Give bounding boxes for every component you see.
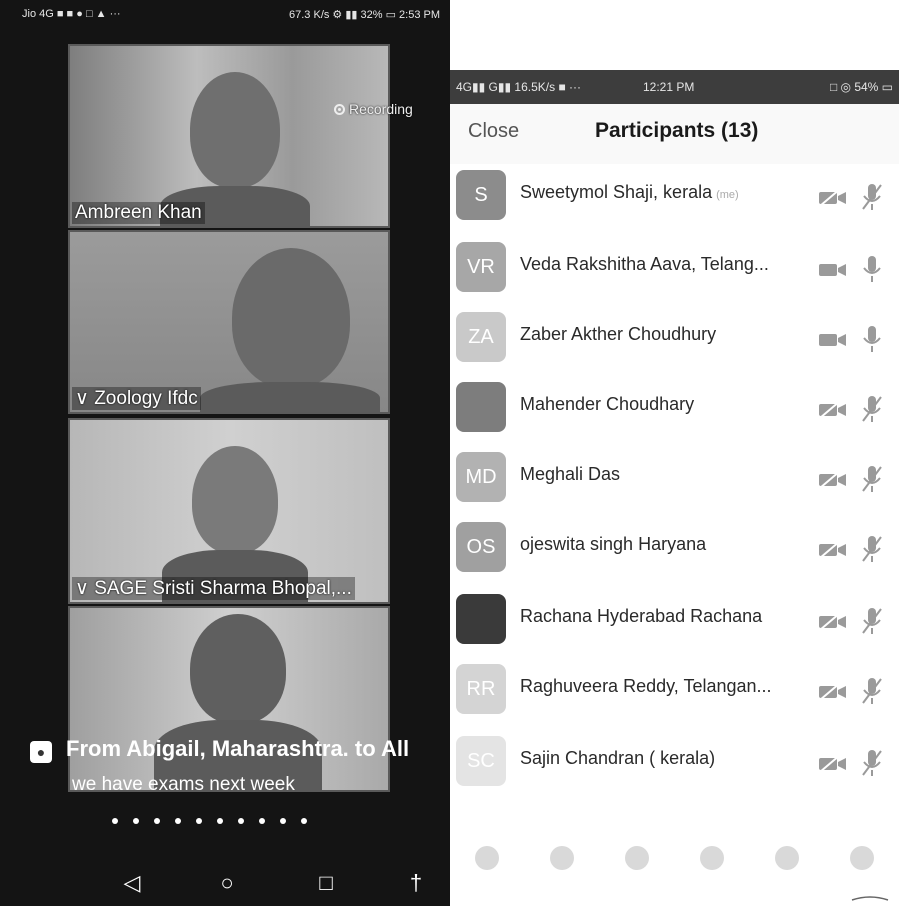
go-faster-icon[interactable]	[774, 846, 799, 870]
me-tag: (me)	[716, 189, 739, 201]
participant-name: Meghali Das	[520, 464, 621, 484]
avatar: ZA	[456, 312, 506, 362]
mic-muted-icon[interactable]	[860, 534, 884, 564]
mic-muted-icon[interactable]	[860, 748, 884, 778]
participant-name: Mahender Choudhary	[520, 394, 695, 414]
video-tile-3[interactable]: ∨ SAGE Sristi Sharma Bhopal,...	[68, 418, 390, 604]
x-icon[interactable]	[625, 846, 650, 870]
video-tile-2[interactable]: ∨ Zoology Ifdc	[68, 230, 390, 414]
hand-raise-icon[interactable]	[475, 846, 500, 870]
avatar: SC	[456, 736, 506, 786]
participant-name: Zaber Akther Choudhury	[520, 324, 717, 344]
status-right: □ ◎ 54% ▭	[829, 80, 894, 94]
avatar: OS	[456, 522, 506, 572]
camera-off-icon	[819, 470, 846, 489]
camera-off-icon	[819, 754, 846, 773]
video-tile-1[interactable]: Ambreen Khan	[68, 44, 390, 228]
participant-row[interactable]: Rachana Hyderabad Rachana	[450, 588, 899, 658]
participants-screen-right: 4G▮▮ G▮▮ 16.5K/s ■ ··· 12:21 PM □ ◎ 54% …	[450, 0, 899, 906]
participant-name: Ambreen Khan	[72, 202, 205, 224]
record-icon	[334, 103, 345, 115]
participant-name: Veda Rakshitha Aava, Telang...	[520, 254, 769, 274]
camera-off-icon	[819, 188, 846, 207]
participant-name: Sweetymol Shaji, kerala (me)	[520, 182, 739, 202]
chat-avatar-icon: ●	[30, 741, 52, 763]
status-right: 67.3 K/s ⚙ ▮▮ 32% ▭ 2:53 PM	[289, 8, 440, 21]
camera-off-icon	[819, 682, 846, 701]
avatar: VR	[456, 242, 506, 292]
home-icon[interactable]: ○	[212, 868, 242, 898]
avatar: S	[456, 170, 506, 220]
status-left: Jio 4G ■ ■ ● □ ▲ ···	[22, 8, 121, 20]
check-icon[interactable]	[550, 846, 575, 870]
mic-muted-icon[interactable]	[860, 464, 884, 494]
participant-name: ∨ Zoology Ifdc	[72, 387, 201, 410]
participant-row[interactable]: MD Meghali Das	[450, 446, 899, 516]
close-button[interactable]: Close	[468, 120, 519, 143]
avatar: RR	[456, 664, 506, 714]
camera-icon	[819, 264, 846, 276]
camera-off-icon	[819, 540, 846, 559]
status-bar: Jio 4G ■ ■ ● □ ▲ ··· 67.3 K/s ⚙ ▮▮ 32% ▭…	[0, 0, 450, 28]
participant-row[interactable]: OS ojeswita singh Haryana	[450, 516, 899, 586]
mic-muted-icon: ∨	[75, 578, 89, 599]
status-left: 4G▮▮ G▮▮ 16.5K/s ■ ···	[456, 80, 582, 94]
status-time: 12:21 PM	[642, 80, 695, 94]
camera-icon	[819, 334, 846, 346]
participant-row[interactable]: ZA Zaber Akther Choudhury	[450, 306, 899, 376]
mic-muted-icon[interactable]	[860, 606, 884, 636]
page-indicator	[112, 818, 307, 824]
participant-name: Rachana Hyderabad Rachana	[520, 606, 763, 626]
video-tile-4[interactable]	[68, 606, 390, 792]
avatar	[456, 382, 506, 432]
participant-name: ∨ SAGE Sristi Sharma Bhopal,...	[72, 577, 355, 600]
participant-row[interactable]: SC Sajin Chandran ( kerala)	[450, 730, 899, 800]
mic-muted-icon[interactable]	[860, 394, 884, 424]
mic-muted-icon[interactable]	[860, 182, 884, 212]
reaction-toolbar	[450, 828, 899, 888]
participant-row[interactable]: RR Raghuveera Reddy, Telangan...	[450, 658, 899, 728]
participant-row[interactable]: S Sweetymol Shaji, kerala (me)	[450, 164, 899, 234]
back-icon[interactable]: ◁	[117, 868, 147, 898]
participants-header: Close Participants (13)	[450, 104, 899, 164]
participant-name: ojeswita singh Haryana	[520, 534, 707, 554]
accessibility-icon[interactable]: †	[401, 868, 431, 898]
chat-message: we have exams next week	[72, 774, 295, 795]
go-slower-icon[interactable]	[699, 846, 724, 870]
participant-name: Raghuveera Reddy, Telangan...	[520, 676, 772, 696]
android-nav-bar: ◁ ○ □ †	[0, 858, 450, 906]
chat-sender: From Abigail, Maharashtra. to All	[66, 736, 410, 761]
recording-indicator: Recording	[334, 101, 413, 117]
participant-name: Sajin Chandran ( kerala)	[520, 748, 716, 768]
camera-off-icon	[819, 612, 846, 631]
participant-row[interactable]: VR Veda Rakshitha Aava, Telang...	[450, 236, 899, 306]
mic-muted-icon: ∨	[75, 388, 89, 409]
mic-icon[interactable]	[860, 324, 884, 354]
avatar: MD	[456, 452, 506, 502]
recents-icon[interactable]: □	[311, 868, 341, 898]
camera-off-icon	[819, 400, 846, 419]
more-icon[interactable]	[849, 846, 874, 870]
mic-muted-icon[interactable]	[860, 676, 884, 706]
mic-icon[interactable]	[860, 254, 884, 284]
participant-row[interactable]: Mahender Choudhary	[450, 376, 899, 446]
meeting-screen-left: Jio 4G ■ ■ ● □ ▲ ··· 67.3 K/s ⚙ ▮▮ 32% ▭…	[0, 0, 450, 906]
avatar	[456, 594, 506, 644]
page-title: Participants (13)	[595, 119, 759, 142]
status-bar: 4G▮▮ G▮▮ 16.5K/s ■ ··· 12:21 PM □ ◎ 54% …	[450, 70, 899, 104]
scroll-handle	[851, 896, 889, 901]
